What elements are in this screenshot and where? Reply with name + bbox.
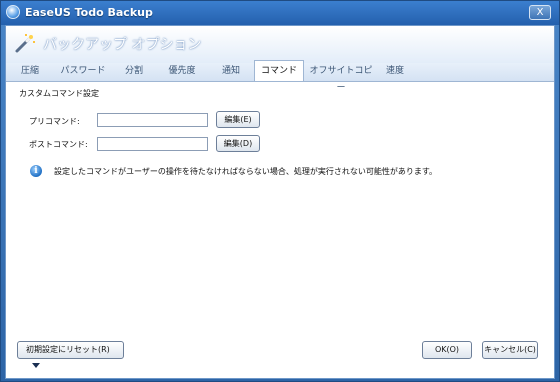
tab-command[interactable]: コマンド <box>254 60 304 81</box>
pre-command-input[interactable] <box>97 113 208 127</box>
title-bar: EaseUS Todo Backup X <box>1 1 559 25</box>
tab-speed[interactable]: 速度 <box>377 63 413 80</box>
app-logo-icon <box>6 5 20 19</box>
magic-wand-icon <box>15 34 35 53</box>
tab-password[interactable]: パスワード <box>55 63 111 80</box>
section-title: カスタムコマンド設定 <box>19 89 99 98</box>
reset-defaults-label: 初期設定にリセット(R) <box>26 345 110 354</box>
tab-split[interactable]: 分割 <box>116 63 152 80</box>
tab-bar: 圧縮 パスワード 分割 優先度 通知 コマンド オフサイトコピー 速度 <box>6 60 554 93</box>
cancel-button[interactable]: キャンセル(C) <box>482 341 538 359</box>
chevron-down-icon <box>32 363 40 368</box>
info-icon: i <box>30 165 42 177</box>
dialog-title: バックアップ オプション <box>43 37 202 53</box>
ok-button[interactable]: OK(O) <box>422 341 472 359</box>
dialog-body: バックアップ オプション 圧縮 パスワード 分割 優先度 通知 コマンド オフサ… <box>5 25 555 379</box>
pre-command-label: プリコマンド: <box>29 117 80 126</box>
tab-compression[interactable]: 圧縮 <box>12 63 48 80</box>
post-command-edit-button[interactable]: 編集(D) <box>216 135 260 152</box>
tab-notification[interactable]: 通知 <box>211 63 251 80</box>
app-window: EaseUS Todo Backup X バックアップ オプション 圧縮 パスワ… <box>0 0 560 382</box>
close-button[interactable]: X <box>529 5 551 20</box>
post-command-label: ポストコマンド: <box>29 140 88 149</box>
dialog-header: バックアップ オプション <box>6 26 554 63</box>
post-command-input[interactable] <box>97 137 208 151</box>
info-message: 設定したコマンドがユーザーの操作を待たなければならない場合、処理が実行されない可… <box>54 167 438 176</box>
tab-offsite-copy[interactable]: オフサイトコピー <box>308 63 374 93</box>
pre-command-edit-button[interactable]: 編集(E) <box>216 111 260 128</box>
tab-priority[interactable]: 優先度 <box>160 63 204 80</box>
reset-defaults-button[interactable]: 初期設定にリセット(R) <box>17 341 124 368</box>
app-title: EaseUS Todo Backup <box>25 6 153 19</box>
